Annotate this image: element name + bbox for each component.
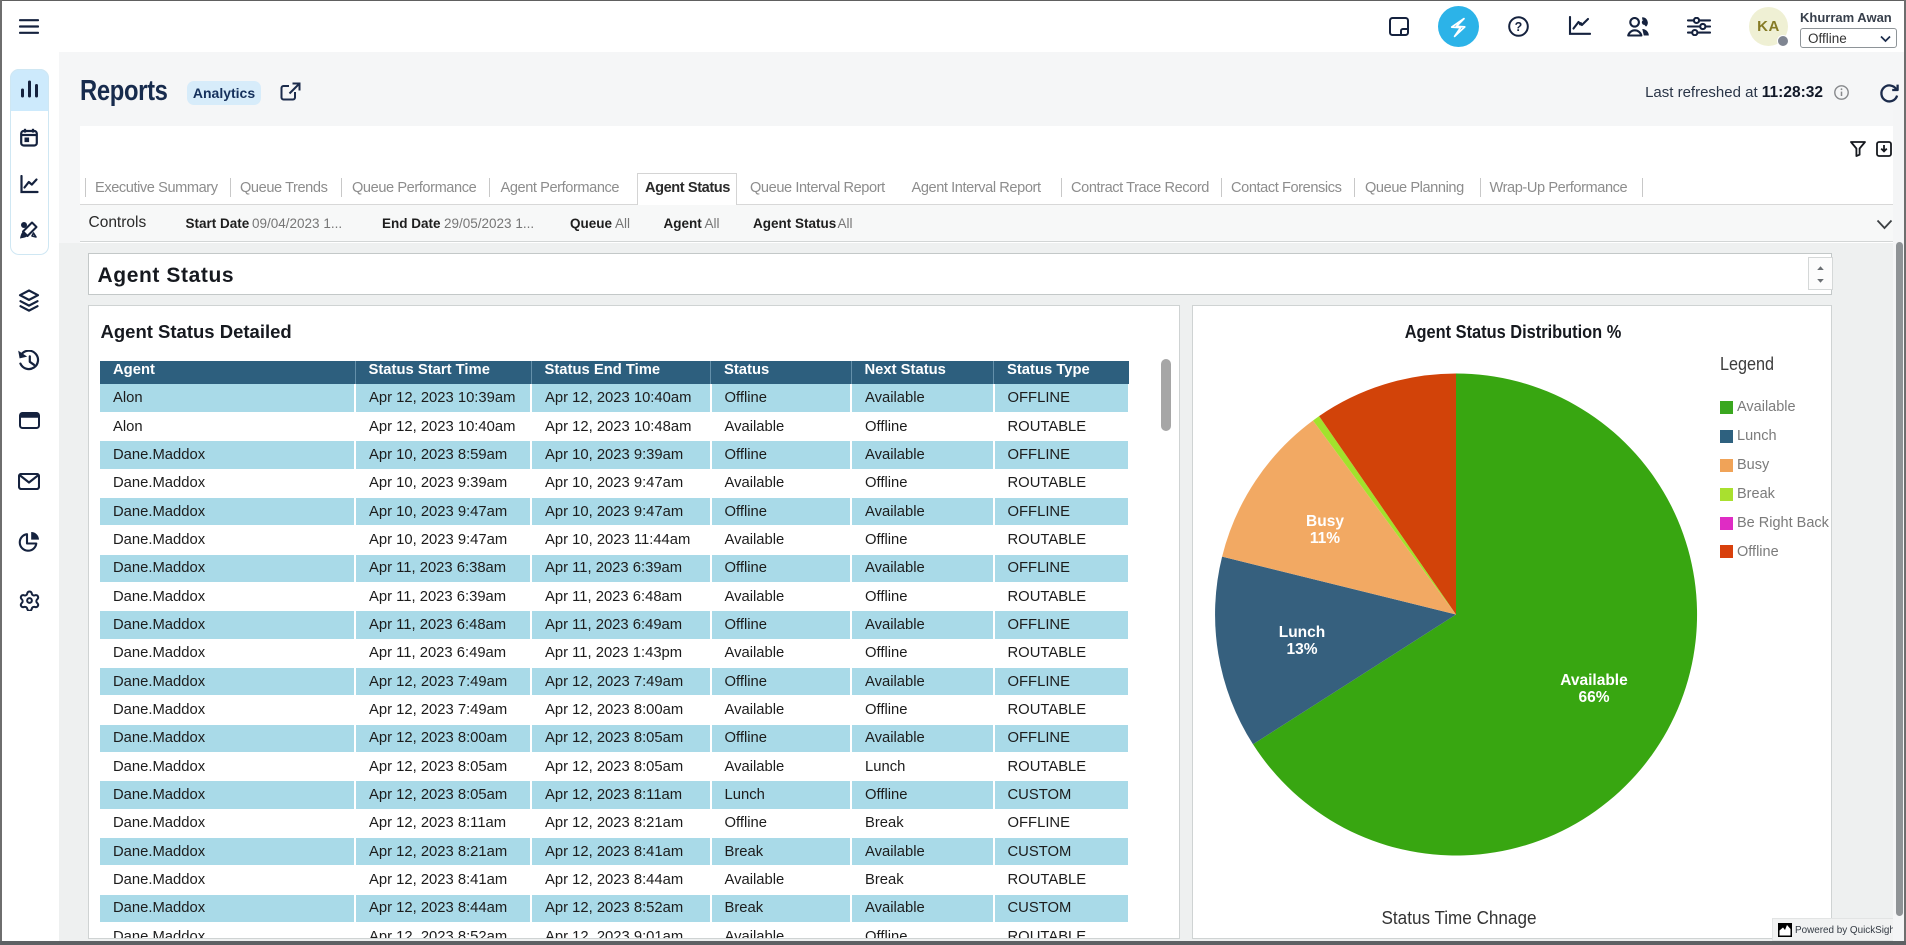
svg-text:?: ? — [1515, 20, 1523, 34]
